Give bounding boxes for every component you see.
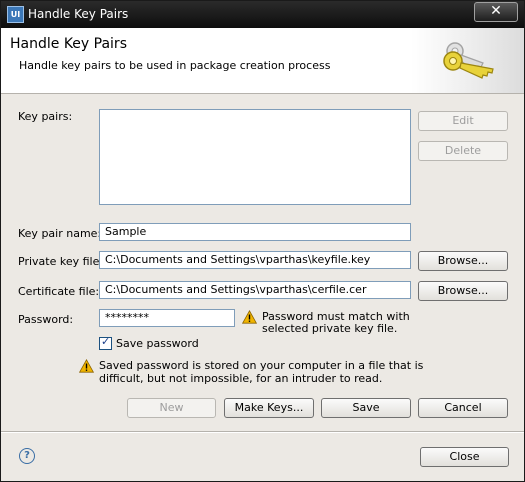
save-password-checkbox[interactable]: ✓ xyxy=(99,335,112,350)
header-title: Handle Key Pairs xyxy=(10,36,127,52)
checkmark-icon: ✓ xyxy=(101,335,111,348)
keys-icon xyxy=(443,42,494,79)
browse-certificate-button[interactable]: Browse... xyxy=(418,281,508,301)
password-label: Password: xyxy=(18,313,74,326)
browse-private-key-button[interactable]: Browse... xyxy=(418,251,508,271)
saved-password-warning-line-2: difficult, but not impossible, for an in… xyxy=(99,372,383,385)
certificate-file-field[interactable]: C:\Documents and Settings\vparthas\cerfi… xyxy=(99,281,411,299)
saved-password-warning-icon xyxy=(79,359,94,373)
password-field[interactable]: ******** xyxy=(99,309,235,327)
private-key-file-label: Private key file: xyxy=(18,255,104,268)
window-title: Handle Key Pairs xyxy=(28,7,129,21)
help-icon[interactable]: ? xyxy=(19,448,35,464)
footer-separator xyxy=(1,431,524,433)
password-warning-icon xyxy=(242,310,257,324)
make-keys-button[interactable]: Make Keys... xyxy=(224,398,314,418)
key-pair-name-field[interactable]: Sample xyxy=(99,223,411,241)
key-pairs-list[interactable] xyxy=(99,109,411,205)
window-close-button[interactable]: ✕ xyxy=(474,2,518,22)
saved-password-warning-line-1: Saved password is stored on your compute… xyxy=(99,359,424,372)
private-key-file-field[interactable]: C:\Documents and Settings\vparthas\keyfi… xyxy=(99,251,411,269)
cancel-button[interactable]: Cancel xyxy=(418,398,508,418)
password-warning-line-2: selected private key file. xyxy=(262,322,398,335)
title-bar: UI Handle Key Pairs ✕ xyxy=(1,1,524,28)
save-button[interactable]: Save xyxy=(321,398,411,418)
close-button[interactable]: Close xyxy=(420,447,509,467)
delete-button[interactable]: Delete xyxy=(418,141,508,161)
header-description: Handle key pairs to be used in package c… xyxy=(19,59,331,72)
handle-key-pairs-dialog: UI Handle Key Pairs ✕ Handle Key Pairs H… xyxy=(0,0,525,482)
edit-button[interactable]: Edit xyxy=(418,111,508,131)
key-pairs-label: Key pairs: xyxy=(18,110,73,123)
new-button[interactable]: New xyxy=(127,398,216,418)
save-password-label[interactable]: Save password xyxy=(116,337,199,350)
certificate-file-label: Certificate file: xyxy=(18,285,100,298)
key-pair-name-label: Key pair name: xyxy=(18,227,102,240)
dialog-header: Handle Key Pairs Handle key pairs to be … xyxy=(1,28,524,94)
app-icon: UI xyxy=(7,6,24,23)
